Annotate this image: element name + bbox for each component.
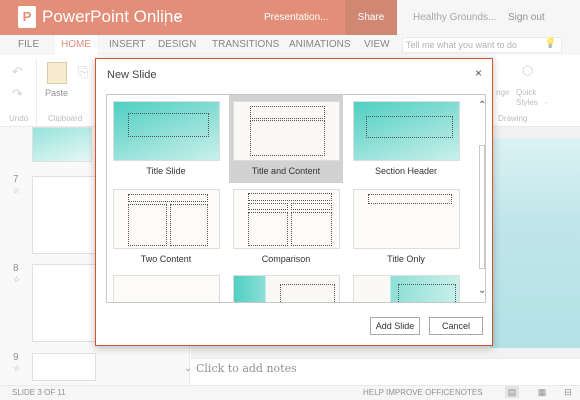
scrollbar-thumb[interactable]	[479, 145, 485, 269]
new-slide-dialog: New Slide × Title Slide Title and Conten…	[95, 58, 493, 346]
placeholder-box	[248, 212, 288, 246]
cancel-button[interactable]: Cancel	[429, 317, 483, 335]
layout-thumbnail	[353, 275, 460, 302]
placeholder-box	[128, 194, 208, 202]
placeholder-box	[128, 113, 209, 137]
scroll-down-icon[interactable]: ⌄	[478, 285, 485, 296]
layout-thumbnail	[113, 101, 220, 161]
layout-picture-with-caption[interactable]	[349, 271, 463, 302]
layout-name: Title Slide	[146, 166, 186, 176]
placeholder-box	[366, 116, 453, 138]
layout-thumbnail	[353, 189, 460, 249]
layout-title-slide[interactable]: Title Slide	[109, 97, 223, 181]
layout-thumbnail	[353, 101, 460, 161]
dialog-title: New Slide	[107, 69, 157, 81]
placeholder-box	[128, 204, 167, 246]
placeholder-box	[291, 212, 332, 246]
layout-content-with-caption[interactable]	[229, 271, 343, 302]
layout-name: Two Content	[140, 254, 192, 264]
layout-comparison[interactable]: Comparison	[229, 185, 343, 269]
layout-section-header[interactable]: Section Header	[349, 97, 463, 181]
layout-name: Title Only	[387, 254, 425, 264]
layout-title-and-content[interactable]: Title and Content	[229, 95, 343, 183]
placeholder-box	[248, 203, 288, 210]
layout-gallery: Title Slide Title and Content Section He…	[106, 94, 486, 303]
layout-name: Title and Content	[251, 166, 321, 176]
layout-title-only[interactable]: Title Only	[349, 185, 463, 269]
layout-thumbnail	[113, 189, 220, 249]
layout-thumbnail	[233, 101, 340, 161]
placeholder-box	[170, 204, 208, 246]
layout-name: Section Header	[374, 166, 438, 176]
layout-blank[interactable]	[109, 271, 223, 302]
scroll-up-icon[interactable]: ⌃	[478, 100, 485, 111]
placeholder-box	[291, 203, 332, 210]
placeholder-box	[248, 193, 332, 201]
placeholder-box	[250, 120, 325, 156]
layout-name: Comparison	[261, 254, 311, 264]
add-slide-button[interactable]: Add Slide	[370, 317, 420, 335]
placeholder-box	[368, 194, 452, 204]
close-icon[interactable]: ×	[475, 66, 482, 80]
layout-thumbnail	[233, 275, 340, 302]
layout-two-content[interactable]: Two Content	[109, 185, 223, 269]
layout-thumbnail	[113, 275, 220, 302]
placeholder-box	[398, 284, 456, 302]
placeholder-box	[280, 284, 335, 302]
placeholder-box	[250, 106, 325, 119]
layout-thumbnail	[233, 189, 340, 249]
